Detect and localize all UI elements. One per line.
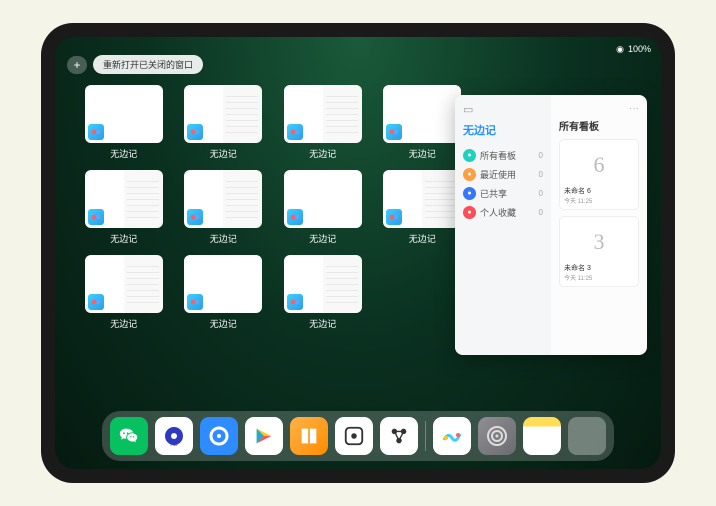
board-preview: 6 — [564, 144, 634, 186]
freeform-app-icon — [287, 294, 303, 310]
window-label: 无边记 — [110, 317, 137, 330]
window-thumbnail[interactable] — [184, 85, 262, 143]
dock-separator — [425, 421, 426, 451]
window-item[interactable]: 无边记 — [83, 85, 165, 160]
dock-app-play[interactable] — [245, 417, 283, 455]
sidebar-nav-item[interactable]: ● 所有看板 0 — [463, 146, 543, 165]
window-item[interactable]: 无边记 — [183, 85, 265, 160]
svg-text:HD: HD — [170, 442, 178, 448]
wifi-icon: ◉ — [616, 44, 624, 55]
window-item[interactable]: 无边记 — [282, 255, 364, 330]
dock-app-wechat[interactable] — [110, 417, 148, 455]
window-item[interactable]: 无边记 — [282, 170, 364, 245]
nav-count: 0 — [539, 189, 543, 198]
nav-count: 0 — [539, 151, 543, 160]
window-label: 无边记 — [110, 147, 137, 160]
app-title: 无边记 — [463, 122, 543, 138]
board-card[interactable]: 6未命名 6今天 11:25 — [559, 139, 639, 210]
dock-app-notes[interactable] — [523, 417, 561, 455]
freeform-app-icon — [88, 124, 104, 140]
top-bar: + 重新打开已关闭的窗口 — [67, 55, 203, 74]
window-item[interactable]: 无边记 — [83, 255, 165, 330]
dock-app-freeform[interactable] — [433, 417, 471, 455]
dock: HD — [102, 411, 614, 461]
window-label: 无边记 — [210, 232, 237, 245]
screen: ◉ 100% + 重新打开已关闭的窗口 无边记无边记无边记无边记无边记无边记无边… — [55, 37, 661, 469]
freeform-app-icon — [88, 294, 104, 310]
window-item[interactable]: 无边记 — [382, 85, 464, 160]
nav-count: 0 — [539, 170, 543, 179]
freeform-panel[interactable]: ▭ 无边记 ● 所有看板 0 ● 最近使用 0 ● 已共享 0 ● 个人收藏 0 ··· 所有看板 6… — [455, 95, 647, 355]
app-switcher-grid: 无边记无边记无边记无边记无边记无边记无边记无边记无边记无边记无边记 — [83, 85, 463, 330]
freeform-app-icon — [88, 209, 104, 225]
window-thumbnail[interactable] — [284, 85, 362, 143]
board-name: 未命名 3 — [564, 263, 634, 273]
nav-icon: ● — [463, 187, 476, 200]
ipad-frame: ◉ 100% + 重新打开已关闭的窗口 无边记无边记无边记无边记无边记无边记无边… — [41, 23, 675, 483]
nav-label: 所有看板 — [480, 149, 516, 162]
nav-label: 已共享 — [480, 187, 507, 200]
window-label: 无边记 — [409, 147, 436, 160]
dock-app-quark[interactable] — [200, 417, 238, 455]
nav-count: 0 — [539, 208, 543, 217]
window-thumbnail[interactable] — [284, 255, 362, 313]
freeform-app-icon — [187, 294, 203, 310]
window-label: 无边记 — [309, 147, 336, 160]
window-label: 无边记 — [210, 147, 237, 160]
dock-app-game[interactable] — [335, 417, 373, 455]
window-item[interactable]: 无边记 — [83, 170, 165, 245]
nav-icon: ● — [463, 149, 476, 162]
add-button[interactable]: + — [67, 56, 87, 74]
freeform-app-icon — [187, 124, 203, 140]
board-preview: 3 — [564, 221, 634, 263]
sidebar-toggle-icon[interactable]: ▭ — [463, 103, 543, 116]
freeform-app-icon — [386, 124, 402, 140]
window-label: 无边记 — [309, 232, 336, 245]
window-thumbnail[interactable] — [85, 170, 163, 228]
dock-app-settings[interactable] — [478, 417, 516, 455]
window-item[interactable]: 无边记 — [282, 85, 364, 160]
freeform-app-icon — [187, 209, 203, 225]
window-thumbnail[interactable] — [383, 170, 461, 228]
sidebar-nav-item[interactable]: ● 个人收藏 0 — [463, 203, 543, 222]
nav-icon: ● — [463, 168, 476, 181]
window-thumbnail[interactable] — [383, 85, 461, 143]
reopen-closed-window-button[interactable]: 重新打开已关闭的窗口 — [93, 55, 203, 74]
board-card[interactable]: 3未命名 3今天 11:25 — [559, 216, 639, 287]
freeform-app-icon — [287, 209, 303, 225]
more-menu[interactable]: ··· — [559, 103, 639, 114]
board-date: 今天 11:25 — [564, 196, 634, 205]
content-title: 所有看板 — [559, 118, 639, 133]
panel-content: ··· 所有看板 6未命名 6今天 11:253未命名 3今天 11:25 — [551, 95, 647, 355]
window-label: 无边记 — [110, 232, 137, 245]
panel-sidebar: ▭ 无边记 ● 所有看板 0 ● 最近使用 0 ● 已共享 0 ● 个人收藏 0 — [455, 95, 551, 355]
window-item[interactable]: 无边记 — [183, 255, 265, 330]
window-label: 无边记 — [210, 317, 237, 330]
sidebar-nav-item[interactable]: ● 已共享 0 — [463, 184, 543, 203]
battery-label: 100% — [628, 44, 651, 54]
window-item[interactable]: 无边记 — [382, 170, 464, 245]
dock-app-quark-hd[interactable]: HD — [155, 417, 193, 455]
board-date: 今天 11:25 — [564, 273, 634, 282]
nav-label: 最近使用 — [480, 168, 516, 181]
window-label: 无边记 — [409, 232, 436, 245]
window-thumbnail[interactable] — [85, 255, 163, 313]
nav-label: 个人收藏 — [480, 206, 516, 219]
window-item[interactable]: 无边记 — [183, 170, 265, 245]
dock-app-connect[interactable] — [380, 417, 418, 455]
freeform-app-icon — [386, 209, 402, 225]
freeform-app-icon — [287, 124, 303, 140]
board-name: 未命名 6 — [564, 186, 634, 196]
dock-app-books[interactable] — [290, 417, 328, 455]
dock-app-folder[interactable] — [568, 417, 606, 455]
sidebar-nav-item[interactable]: ● 最近使用 0 — [463, 165, 543, 184]
window-label: 无边记 — [309, 317, 336, 330]
nav-icon: ● — [463, 206, 476, 219]
window-thumbnail[interactable] — [184, 170, 262, 228]
window-thumbnail[interactable] — [284, 170, 362, 228]
window-thumbnail[interactable] — [85, 85, 163, 143]
window-thumbnail[interactable] — [184, 255, 262, 313]
